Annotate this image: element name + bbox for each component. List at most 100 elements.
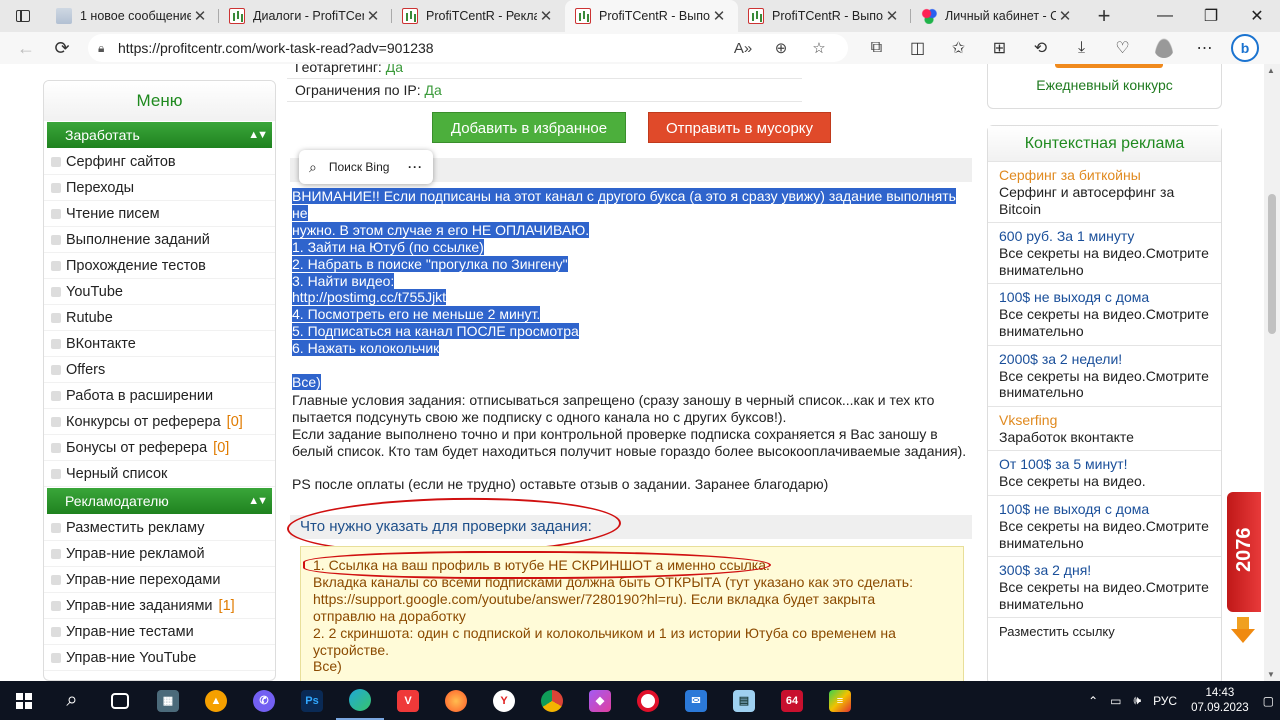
split-screen-icon[interactable]: ◫ [897,38,938,58]
ad-title[interactable]: 2000$ за 2 недели! [999,351,1210,368]
ad-title[interactable]: Vkserfing [999,412,1210,429]
menu-item-blacklist[interactable]: Черный список [44,461,275,487]
yandex-browser-icon[interactable]: Y [480,681,528,720]
ad-item[interactable]: От 100$ за 5 минут! Все секреты на видео… [988,451,1221,496]
menu-item-rutube[interactable]: Rutube [44,305,275,331]
calculator-icon[interactable]: ▦ [144,681,192,720]
app-64-icon[interactable]: 64 [768,681,816,720]
menu-item-youtube[interactable]: YouTube [44,279,275,305]
scroll-down-arrow-icon[interactable] [1231,617,1255,645]
close-tab-icon[interactable]: ✕ [364,7,382,25]
menu-item-manage-youtube[interactable]: Управ-ние YouTube [44,645,275,671]
notepad-icon[interactable]: ▤ [720,681,768,720]
favorites-icon[interactable]: ✩ [938,38,979,58]
browser-tab-6[interactable]: Личный кабинет - Со... ✕ [911,0,1084,32]
history-icon[interactable]: ⟲ [1020,38,1061,58]
more-menu-icon[interactable]: ⋯ [1184,38,1225,58]
menu-item-manage-tests[interactable]: Управ-ние тестами [44,619,275,645]
photoshop-icon[interactable]: Ps [288,681,336,720]
daily-contest-link[interactable]: Ежедневный конкурс [988,77,1221,93]
menu-item-referrer-contests[interactable]: Конкурсы от реферера [0] [44,409,275,435]
minimize-icon[interactable]: — [1142,0,1188,32]
browser-tab-4-active[interactable]: ProfiTCentR - Выполне... ✕ [565,0,738,32]
menu-item-manage-tasks[interactable]: Управ-ние заданиями [1] [44,593,275,619]
ad-title[interactable]: 100$ не выходя с дома [999,289,1210,306]
viber-icon[interactable]: ✆ [240,681,288,720]
menu-item-offers[interactable]: Offers [44,357,275,383]
requirement-link-line[interactable]: https://support.google.com/youtube/answe… [313,591,951,608]
menu-item-extension-work[interactable]: Работа в расширении [44,383,275,409]
bluestacks-icon[interactable]: ≡ [816,681,864,720]
collapse-arrows-icon[interactable]: ▲▼ [248,488,268,514]
scrollbar-thumb[interactable] [1268,194,1276,334]
search-icon[interactable]: ⌕ [48,681,96,720]
favorite-star-icon[interactable]: ☆ [800,39,838,57]
tab-actions-menu-button[interactable] [0,0,46,32]
ad-title[interactable]: Серфинг за биткойны [999,167,1210,184]
ad-item[interactable]: 2000$ за 2 недели! Все секреты на видео.… [988,346,1221,407]
close-tab-icon[interactable]: ✕ [883,7,901,25]
ad-title[interactable]: 300$ за 2 дня! [999,562,1210,579]
menu-item-vkontakte[interactable]: ВКонтакте [44,331,275,357]
task-description-selected[interactable]: ВНИМАНИЕ!! Если подписаны на этот канал … [292,188,974,391]
close-tab-icon[interactable]: ✕ [710,7,728,25]
network-icon[interactable]: ▭ [1104,694,1127,708]
ad-item[interactable]: Vkserfing Заработок вконтакте [988,407,1221,452]
edge-icon[interactable] [336,681,384,720]
obsidian-icon[interactable]: ◆ [576,681,624,720]
description-link-line[interactable]: http://postimg.cc/t755Jjkt [292,289,974,306]
menu-item-reading-mail[interactable]: Чтение писем [44,201,275,227]
page-scrollbar[interactable]: ▲ ▼ [1264,64,1280,681]
browser-tab-2[interactable]: Диалоги - ProfiTCentR ✕ [219,0,392,32]
zoom-icon[interactable]: ⊕ [762,39,800,57]
place-link-button[interactable]: Разместить ссылку [988,618,1221,645]
ad-item[interactable]: 100$ не выходя с дома Все секреты на вид… [988,284,1221,346]
address-bar[interactable]: 🔒︎ https://profitcentr.com/work-task-rea… [88,34,848,62]
browser-tab-5[interactable]: ProfiTCentR - Выполне... ✕ [738,0,911,32]
opera-icon[interactable] [624,681,672,720]
avast-icon[interactable]: ▲ [192,681,240,720]
scroll-up-icon[interactable]: ▲ [1267,66,1275,75]
menu-item-manage-ads[interactable]: Управ-ние рекламой [44,541,275,567]
close-tab-icon[interactable]: ✕ [191,7,209,25]
restore-icon[interactable]: ❐ [1188,0,1234,32]
ad-item[interactable]: 100$ не выходя с дома Все секреты на вид… [988,496,1221,558]
ad-item[interactable]: Серфинг за биткойны Серфинг и автосерфин… [988,162,1221,224]
ad-title[interactable]: 100$ не выходя с дома [999,501,1210,518]
back-arrow-icon[interactable]: ← [8,32,44,64]
close-tab-icon[interactable]: ✕ [1056,7,1074,25]
menu-item-tasks[interactable]: Выполнение заданий [44,227,275,253]
lock-icon[interactable]: 🔒︎ [98,41,118,56]
show-hidden-icons[interactable]: ⌃ [1082,694,1104,708]
firefox-icon[interactable] [432,681,480,720]
vivaldi-icon[interactable]: V [384,681,432,720]
menu-item-referrer-bonuses[interactable]: Бонусы от реферера [0] [44,435,275,461]
volume-icon[interactable]: 🕪︎ [1128,693,1148,708]
scroll-down-icon[interactable]: ▼ [1267,670,1275,679]
downloads-icon[interactable]: ⤓ [1061,39,1102,57]
collections-icon[interactable]: ⊞ [979,38,1020,58]
extensions-icon[interactable]: ⧉ [856,39,897,57]
collapse-arrows-icon[interactable]: ▲▼ [248,122,268,148]
reload-icon[interactable]: ⟳ [44,32,80,64]
browser-essentials-icon[interactable]: ♡ [1102,38,1143,58]
ad-title[interactable]: 600 руб. За 1 минуту [999,228,1210,245]
menu-section-advertiser[interactable]: Рекламодателю ▲▼ [47,488,272,514]
menu-item-tests[interactable]: Прохождение тестов [44,253,275,279]
close-window-icon[interactable]: ✕ [1234,0,1280,32]
close-tab-icon[interactable]: ✕ [537,7,555,25]
new-tab-button[interactable]: + [1084,3,1124,29]
ad-title[interactable]: От 100$ за 5 минут! [999,456,1210,473]
language-indicator[interactable]: РУС [1147,694,1183,708]
add-to-favorites-button[interactable]: Добавить в избранное [432,112,626,143]
task-view-icon[interactable] [96,681,144,720]
orange-action-button[interactable] [1055,64,1163,68]
menu-item-place-ad[interactable]: Разместить рекламу [44,515,275,541]
start-button[interactable] [0,681,48,720]
read-aloud-icon[interactable]: A» [724,40,762,57]
browser-tab-1[interactable]: 1 новое сообщение ✕ [46,0,219,32]
side-counter-badge[interactable]: 2076 [1227,492,1261,612]
menu-section-earn[interactable]: Заработать ▲▼ [47,122,272,148]
mail-icon[interactable]: ✉ [672,681,720,720]
menu-item-surfing[interactable]: Серфинг сайтов [44,149,275,175]
